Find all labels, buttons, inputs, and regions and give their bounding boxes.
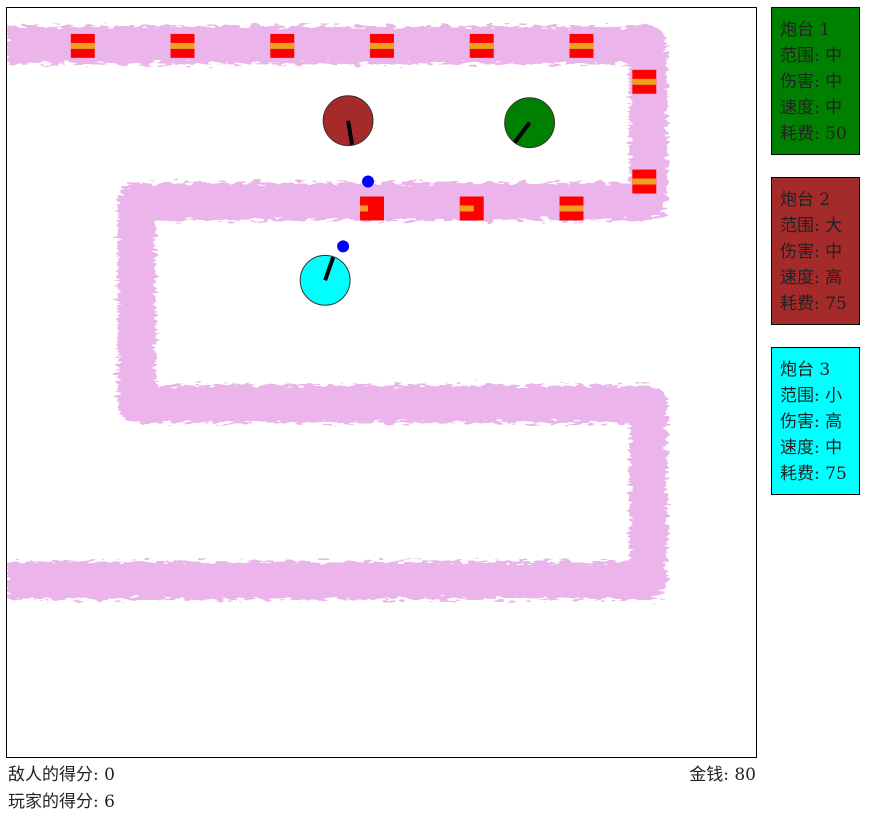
- tower-damage: 伤害: 高: [780, 412, 843, 432]
- bullet: [337, 240, 350, 253]
- enemy: [569, 33, 594, 58]
- enemy: [469, 33, 494, 58]
- player-score: 玩家的得分: 6: [8, 792, 115, 812]
- enemy: [170, 33, 195, 58]
- enemy: [270, 33, 295, 58]
- board-canvas[interactable]: [7, 8, 756, 757]
- tower-range: 范围: 大: [780, 216, 843, 236]
- tower-range: 范围: 中: [780, 46, 843, 66]
- tower-speed: 速度: 中: [780, 438, 843, 458]
- tower-range: 范围: 小: [780, 386, 843, 406]
- enemy: [559, 196, 584, 221]
- enemy: [632, 169, 657, 194]
- placed-tower-green[interactable]: [504, 97, 556, 149]
- enemy: [70, 33, 95, 58]
- tower-cost: 耗费: 75: [780, 464, 847, 484]
- tower-title: 炮台 1: [780, 20, 831, 40]
- tower-card-3[interactable]: 炮台 3 范围: 小 伤害: 高 速度: 中 耗费: 75: [771, 347, 860, 495]
- tower-card-2[interactable]: 炮台 2 范围: 大 伤害: 中 速度: 高 耗费: 75: [771, 177, 860, 325]
- enemy-score: 敌人的得分: 0: [8, 765, 115, 785]
- tower-damage: 伤害: 中: [780, 242, 843, 262]
- bullet: [362, 175, 375, 188]
- tower-cost: 耗费: 75: [780, 294, 847, 314]
- enemy: [459, 196, 484, 221]
- tower-damage: 伤害: 中: [780, 72, 843, 92]
- game-board[interactable]: [6, 7, 757, 758]
- tower-title: 炮台 2: [780, 190, 831, 210]
- money-display: 金钱: 80: [689, 765, 756, 785]
- enemy: [360, 196, 384, 221]
- tower-card-1[interactable]: 炮台 1 范围: 中 伤害: 中 速度: 中 耗费: 50: [771, 7, 860, 155]
- tower-speed: 速度: 高: [780, 268, 843, 288]
- tower-cost: 耗费: 50: [780, 124, 847, 144]
- placed-tower-brown[interactable]: [322, 95, 374, 147]
- enemy: [370, 33, 394, 58]
- tower-speed: 速度: 中: [780, 98, 843, 118]
- placed-tower-cyan[interactable]: [299, 254, 351, 306]
- tower-title: 炮台 3: [780, 360, 831, 380]
- enemy: [632, 69, 657, 94]
